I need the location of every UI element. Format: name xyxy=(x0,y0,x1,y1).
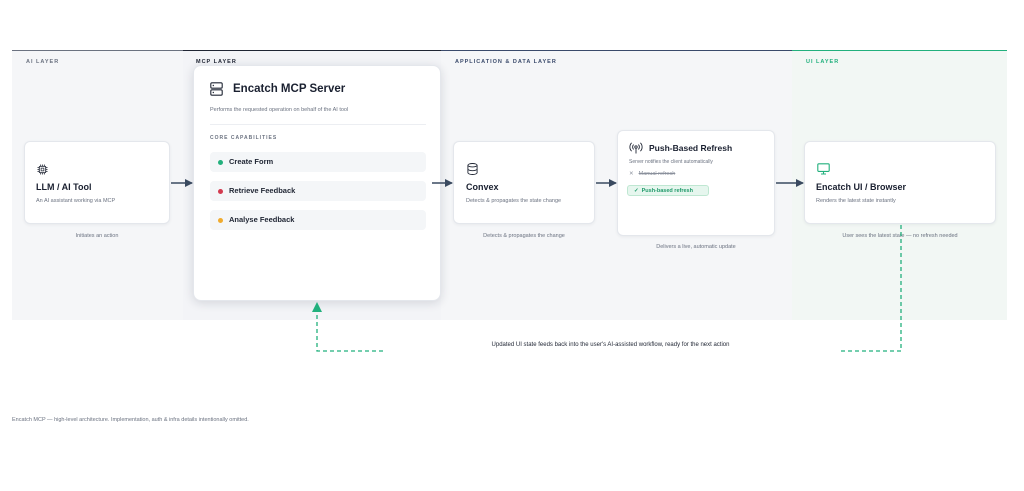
feedback-loop-right xyxy=(838,225,902,352)
feedback-loop-label: Updated UI state feeds back into the use… xyxy=(491,342,730,348)
feedback-loop-arrowhead xyxy=(312,302,322,312)
feedback-loop-left xyxy=(316,310,383,352)
footer-note: Encatch MCP — high-level architecture. I… xyxy=(12,417,249,423)
